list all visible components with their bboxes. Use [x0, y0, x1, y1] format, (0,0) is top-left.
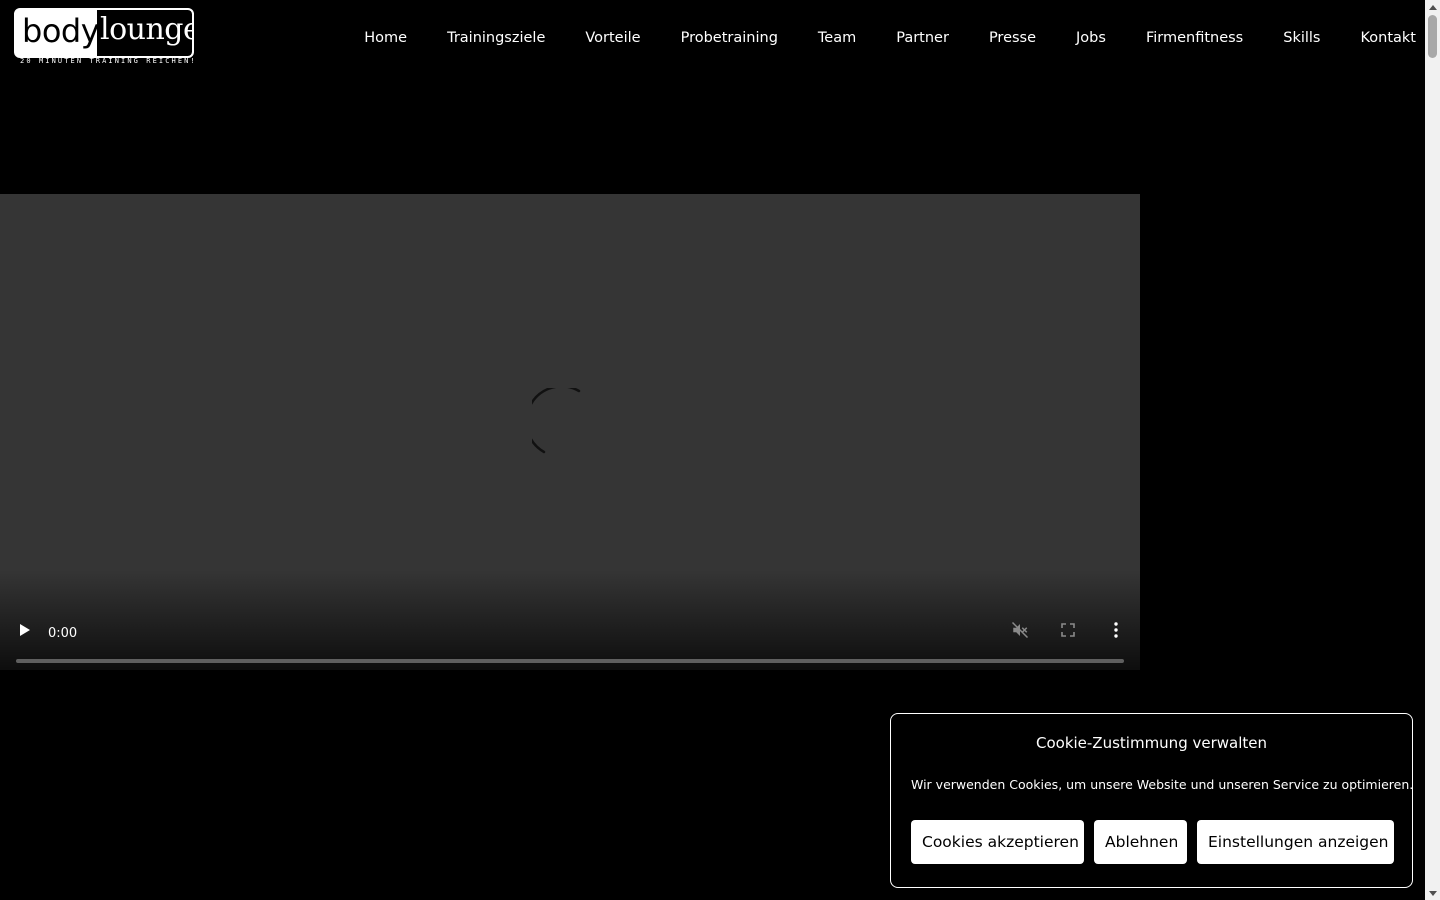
logo-word-lounge: lounge: [100, 12, 194, 47]
cookie-title: Cookie-Zustimmung verwalten: [1035, 734, 1267, 752]
nav-item-vorteile[interactable]: Vorteile: [585, 27, 640, 49]
more-vertical-icon: [1114, 622, 1118, 638]
logo-box: body lounge: [14, 8, 194, 58]
video-time-display: 0:00: [48, 626, 78, 641]
logo[interactable]: body lounge 20 MINUTEN TRAINING REICHEN!: [14, 8, 197, 68]
nav-item-kontakt[interactable]: Kontakt: [1360, 27, 1416, 49]
volume-muted-icon: [1011, 621, 1029, 639]
deny-cookies-button[interactable]: Ablehnen: [1094, 820, 1187, 864]
scrollbar-thumb[interactable]: [1428, 15, 1437, 58]
cookie-text: Wir verwenden Cookies, um unsere Website…: [911, 777, 1414, 792]
nav-item-skills[interactable]: Skills: [1283, 27, 1320, 49]
logo-tagline: 20 MINUTEN TRAINING REICHEN!: [20, 57, 197, 65]
page-scrollbar[interactable]: [1425, 0, 1440, 900]
fullscreen-icon: [1061, 623, 1075, 637]
mute-button[interactable]: [1008, 618, 1032, 642]
nav-item-jobs[interactable]: Jobs: [1076, 27, 1106, 49]
play-button[interactable]: [13, 618, 37, 642]
video-progress-bar[interactable]: [16, 659, 1124, 663]
scroll-down-icon[interactable]: [1425, 886, 1440, 900]
nav-item-firmenfitness[interactable]: Firmenfitness: [1146, 27, 1243, 49]
loading-spinner-icon: [532, 388, 581, 454]
more-options-button[interactable]: [1104, 618, 1128, 642]
nav-item-probetraining[interactable]: Probetraining: [681, 27, 778, 49]
fullscreen-button[interactable]: [1056, 618, 1080, 642]
logo-word-body: body: [22, 12, 100, 50]
nav-item-trainingsziele[interactable]: Trainingsziele: [447, 27, 545, 49]
accept-cookies-button[interactable]: Cookies akzeptieren: [911, 820, 1084, 864]
main-navigation: Home Trainingsziele Vorteile Probetraini…: [364, 27, 1416, 49]
nav-item-team[interactable]: Team: [818, 27, 856, 49]
cookie-settings-button[interactable]: Einstellungen anzeigen: [1197, 820, 1394, 864]
play-icon: [20, 624, 30, 636]
nav-item-presse[interactable]: Presse: [989, 27, 1036, 49]
nav-item-home[interactable]: Home: [364, 27, 407, 49]
video-controls-gradient: [0, 570, 1140, 670]
nav-item-partner[interactable]: Partner: [896, 27, 949, 49]
cookie-consent-banner: Cookie-Zustimmung verwalten Wir verwende…: [890, 713, 1413, 888]
scroll-up-icon[interactable]: [1425, 0, 1440, 14]
page: body lounge 20 MINUTEN TRAINING REICHEN!…: [0, 0, 1440, 900]
